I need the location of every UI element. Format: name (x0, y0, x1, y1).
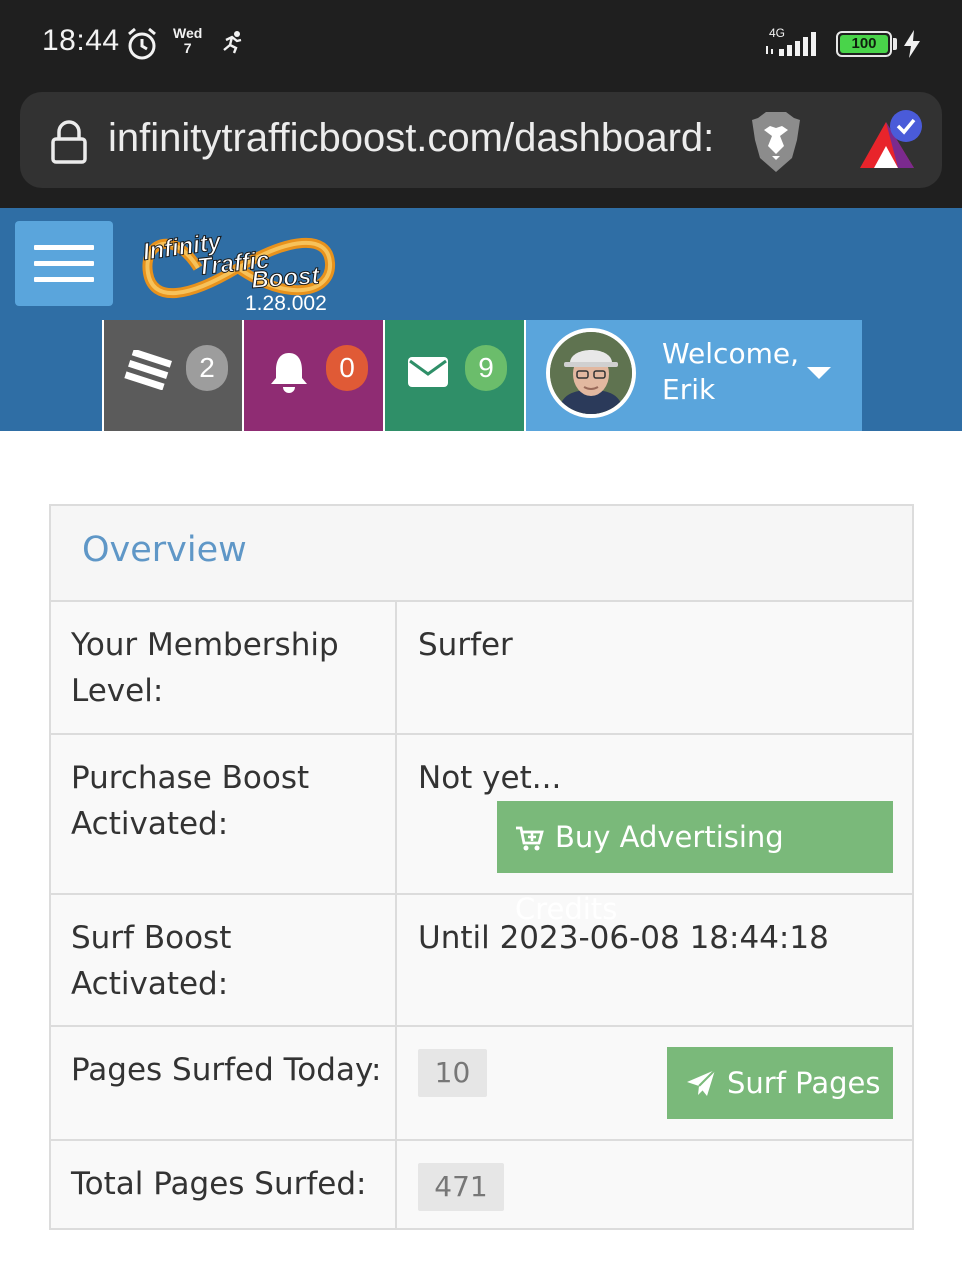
panel-title: Overview (82, 530, 247, 570)
button-label: Surf Pages (727, 1066, 881, 1100)
brave-rewards-icon[interactable] (856, 108, 928, 176)
welcome-text: Welcome, Erik (662, 336, 799, 408)
brave-lion-icon[interactable] (748, 110, 804, 178)
total-pages-count: 471 (418, 1163, 504, 1211)
row-value-cell: Not yet... Buy Advertising Credits (397, 735, 912, 926)
logo-line3: Boost (251, 262, 322, 294)
row-value: Until 2023-06-08 18:44:18 (418, 920, 829, 956)
day-name: Wed (173, 25, 203, 41)
panel-header: Overview (51, 506, 912, 602)
avatar[interactable] (546, 328, 636, 418)
running-icon (220, 30, 246, 58)
menu-bar (34, 277, 94, 282)
address-bar[interactable]: infinitytrafficboost.com/dashboard: (20, 92, 942, 188)
table-row: Total Pages Surfed: 471 (51, 1141, 912, 1228)
buy-advertising-credits-button[interactable]: Buy Advertising Credits (497, 801, 893, 926)
charging-icon (902, 29, 922, 63)
menu-bar (34, 245, 94, 250)
surf-pages-button[interactable]: Surf Pages (667, 1047, 893, 1119)
top-nav: 2 0 9 Welcome, Erik (0, 320, 962, 431)
battery-level: 100 (840, 35, 888, 53)
table-row: Surf Boost Activated: Until 2023-06-08 1… (51, 895, 912, 1027)
messages-button[interactable]: 9 (383, 320, 524, 431)
messages-badge: 9 (465, 345, 507, 391)
notifications-badge: 0 (326, 345, 368, 391)
row-label: Purchase Boost Activated: (51, 735, 397, 893)
row-label: Pages Surfed Today: (51, 1027, 397, 1139)
bell-icon (268, 350, 310, 398)
tasks-badge: 2 (186, 345, 228, 391)
row-value-cell: 10 Surf Pages (397, 1027, 912, 1139)
url-text[interactable]: infinitytrafficboost.com/dashboard: (108, 116, 724, 161)
day-number: 7 (183, 40, 192, 56)
browser-toolbar: infinitytrafficboost.com/dashboard: (0, 88, 962, 208)
envelope-icon (407, 356, 449, 392)
table-row: Your Membership Level: Surfer (51, 602, 912, 735)
status-bar: 18:44 Wed 7 4G 100 (0, 0, 962, 88)
tasks-icon (124, 348, 172, 394)
menu-toggle-button[interactable] (15, 221, 113, 306)
row-value: Not yet... (418, 760, 562, 796)
user-name: Erik (662, 373, 716, 406)
cart-icon (516, 826, 544, 851)
lock-icon[interactable] (50, 120, 88, 168)
notifications-button[interactable]: 0 (242, 320, 383, 431)
paper-plane-icon (687, 1069, 716, 1096)
row-label: Your Membership Level: (51, 602, 397, 733)
table-row: Pages Surfed Today: 10 Surf Pages (51, 1027, 912, 1141)
welcome-label: Welcome, (662, 337, 799, 370)
alarm-icon (124, 26, 160, 66)
menu-bar (34, 261, 94, 266)
overview-panel: Overview Your Membership Level: Surfer P… (49, 504, 914, 1230)
tasks-button[interactable]: 2 (102, 320, 242, 431)
signal-icon (765, 30, 825, 62)
battery-tip (893, 38, 897, 50)
user-menu-button[interactable]: Welcome, Erik (524, 320, 862, 431)
app-version: 1.28.002 (245, 292, 327, 315)
row-label: Total Pages Surfed: (51, 1141, 397, 1228)
chevron-down-icon[interactable] (807, 367, 831, 379)
row-label: Surf Boost Activated: (51, 895, 397, 1025)
site-header: Infinity Traffic Boost 1.28.002 (0, 208, 962, 320)
row-value-cell: 471 (397, 1141, 912, 1228)
table-row: Purchase Boost Activated: Not yet... Buy… (51, 735, 912, 926)
pages-today-count: 10 (418, 1049, 487, 1097)
clock-time: 18:44 (42, 24, 120, 57)
row-value: Surfer (418, 627, 513, 663)
battery-icon: 100 (836, 31, 892, 57)
date-indicator: Wed 7 (173, 26, 202, 56)
